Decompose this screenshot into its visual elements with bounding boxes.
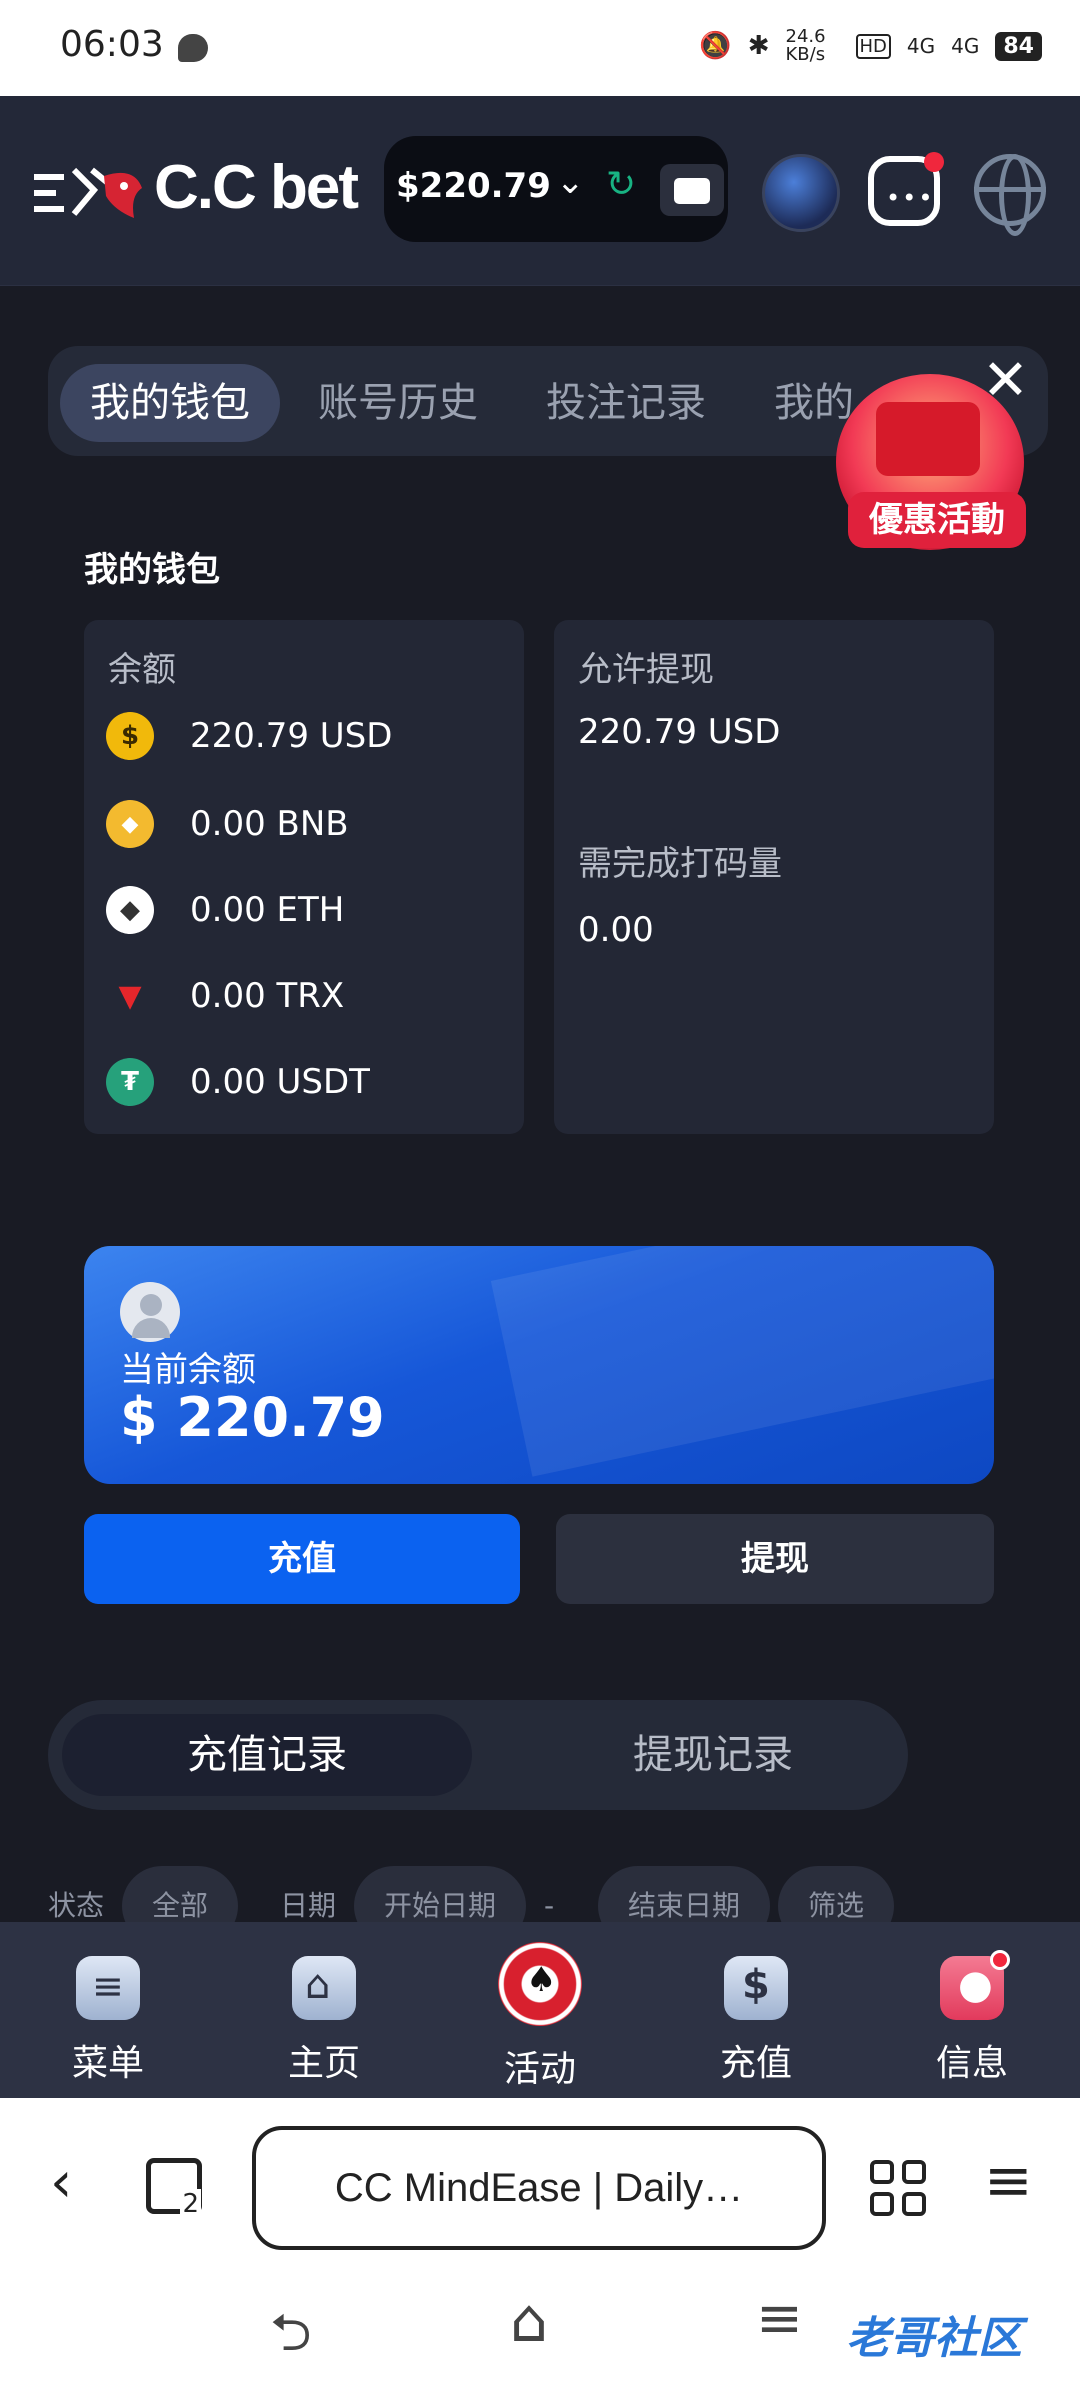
wager-value: 0.00	[578, 910, 654, 950]
tab-account-history[interactable]: 账号历史	[318, 364, 478, 442]
usd-coin-icon: $	[106, 712, 154, 760]
chevron-down-icon[interactable]: ⌄	[556, 162, 585, 202]
watermark-logo: 老哥社区	[846, 2313, 1022, 2364]
profile-icon: ●	[940, 1950, 1010, 2020]
signal-1: 4G	[906, 34, 936, 58]
status-bar: 06:03 🔕 ✱ 24.6 KB/s HD 4G 4G 84	[0, 0, 1080, 96]
tabs-icon[interactable]: 2	[146, 2158, 202, 2219]
current-balance-amount: $ 220.79	[120, 1386, 385, 1449]
menu-icon: ≡	[76, 1956, 140, 2020]
withdrawable-card: 允许提现 220.79 USD 需完成打码量 0.00	[554, 620, 994, 1134]
nav-deposit[interactable]: $ 充值	[676, 1956, 836, 2086]
status-time: 06:03	[60, 24, 164, 65]
browser-toolbar: ‹ 2 CC MindEase | Daily… ≡	[0, 2098, 1080, 2258]
current-balance-label: 当前余额	[120, 1350, 256, 1390]
close-icon[interactable]: ✕	[982, 348, 1029, 413]
bnb-coin-icon: ◆	[106, 800, 154, 848]
bottom-nav: ≡ 菜单 ⌂ 主页 ♠ 活动 $ 充值 ● 信息	[0, 1922, 1080, 2098]
wager-label: 需完成打码量	[578, 844, 782, 884]
coin-row-usdt: ₮ 0.00 USDT	[106, 1058, 370, 1106]
wallet-icon[interactable]	[660, 164, 724, 216]
message-notification-icon	[178, 34, 208, 62]
withdrawable-label: 允许提现	[578, 650, 714, 690]
eth-coin-icon: ◆	[106, 886, 154, 934]
back-icon[interactable]: ‹	[50, 2150, 72, 2215]
refresh-icon[interactable]: ↻	[606, 164, 636, 205]
nav-activity[interactable]: ♠ 活动	[460, 1942, 620, 2092]
header-balance: $220.79	[396, 166, 551, 206]
bluetooth-icon: ✱	[747, 31, 770, 61]
nav-menu[interactable]: ≡ 菜单	[28, 1956, 188, 2086]
balance-label: 余额	[108, 650, 176, 690]
user-avatar[interactable]	[762, 154, 840, 232]
balance-selector[interactable]: $220.79 ⌄ ↻	[384, 136, 728, 242]
apps-grid-icon[interactable]	[870, 2160, 926, 2216]
nav-home[interactable]: ⌂ 主页	[244, 1956, 404, 2086]
current-balance-card: 当前余额 $ 220.79	[84, 1246, 994, 1484]
net-speed: 24.6 KB/s	[785, 26, 826, 65]
system-nav: ⮌ ⌂ ≡ 老哥社区	[0, 2258, 1080, 2404]
section-title: 我的钱包	[84, 550, 220, 590]
signal-2: 4G	[951, 34, 980, 58]
trx-coin-icon: ▼	[118, 978, 142, 1014]
tab-my-wallet[interactable]: 我的钱包	[60, 364, 280, 442]
browser-menu-icon[interactable]: ≡	[984, 2146, 1033, 2214]
nav-messages[interactable]: ● 信息	[892, 1950, 1052, 2086]
logo-text[interactable]: C.C bet	[154, 152, 359, 223]
status-indicators: 🔕 ✱ 24.6 KB/s HD 4G 4G 84	[699, 28, 1042, 64]
home-icon: ⌂	[292, 1956, 356, 2020]
red-envelope-icon	[876, 402, 980, 476]
chat-icon[interactable]: •••	[868, 152, 944, 226]
avatar-placeholder-icon	[120, 1282, 180, 1342]
balance-card: 余额 $ 220.79 USD ◆ 0.00 BNB ◆ 0.00 ETH ▼ …	[84, 620, 524, 1134]
tab-bet-records[interactable]: 投注记录	[546, 364, 706, 442]
deposit-icon: $	[724, 1956, 788, 2020]
hd-icon: HD	[855, 33, 891, 59]
tab-deposit-records[interactable]: 充值记录	[62, 1714, 472, 1796]
coin-row-eth: ◆ 0.00 ETH	[106, 886, 344, 934]
coin-row-bnb: ◆ 0.00 BNB	[106, 800, 349, 848]
system-recents-icon[interactable]: ≡	[756, 2286, 803, 2351]
promo-label[interactable]: 優惠活動	[848, 492, 1026, 548]
poker-chip-icon: ♠	[498, 1942, 582, 2026]
withdrawable-value: 220.79 USD	[578, 712, 781, 752]
notification-dot	[924, 152, 944, 172]
usdt-coin-icon: ₮	[106, 1058, 154, 1106]
url-bar[interactable]: CC MindEase | Daily…	[252, 2126, 826, 2250]
app-header: C.C bet $220.79 ⌄ ↻ •••	[0, 96, 1080, 286]
coin-row-trx: ▼ 0.00 TRX	[106, 972, 344, 1020]
logo-icon[interactable]	[34, 160, 146, 224]
notification-dot	[990, 1950, 1010, 1970]
battery-icon: 84	[995, 31, 1042, 61]
deposit-button[interactable]: 充值	[84, 1514, 520, 1604]
globe-icon[interactable]	[974, 154, 1046, 236]
system-back-icon[interactable]: ⮌	[270, 2294, 312, 2383]
system-home-icon[interactable]: ⌂	[510, 2286, 548, 2356]
coin-row-usd: $ 220.79 USD	[106, 712, 392, 760]
withdraw-button[interactable]: 提现	[556, 1514, 994, 1604]
records-toggle: 充值记录 提现记录	[48, 1700, 908, 1810]
mute-icon: 🔕	[699, 31, 732, 61]
tab-withdraw-records[interactable]: 提现记录	[548, 1714, 878, 1796]
